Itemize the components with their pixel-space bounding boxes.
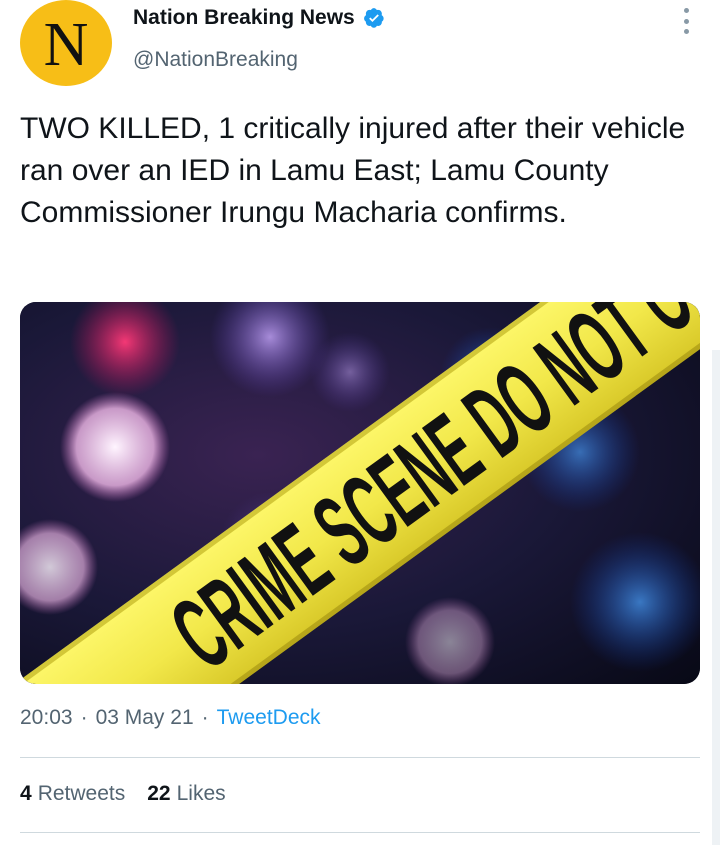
author-name-row[interactable]: Nation Breaking News bbox=[133, 6, 385, 30]
tweet-text: TWO KILLED, 1 critically injured after t… bbox=[20, 112, 686, 229]
retweets-stat[interactable]: 4 Retweets bbox=[20, 782, 125, 806]
verified-badge-icon bbox=[363, 8, 384, 28]
more-vertical-icon[interactable] bbox=[676, 8, 696, 34]
meta-separator: · bbox=[80, 706, 88, 729]
display-name[interactable]: Nation Breaking News bbox=[133, 6, 355, 30]
tweet-source-link[interactable]: TweetDeck bbox=[217, 706, 321, 730]
retweets-count: 4 bbox=[20, 782, 32, 805]
tweet-date[interactable]: 03 May 21 bbox=[96, 706, 194, 730]
meta-separator: · bbox=[201, 706, 209, 729]
avatar[interactable]: N bbox=[20, 0, 112, 86]
author-handle[interactable]: @NationBreaking bbox=[133, 48, 298, 72]
tweet-meta: 20:03 · 03 May 21 · TweetDeck bbox=[20, 706, 321, 730]
tweet-media-image[interactable]: CRIME SCENE DO NOT CROSS bbox=[20, 302, 700, 684]
retweets-label: Retweets bbox=[37, 782, 126, 805]
likes-stat[interactable]: 22 Likes bbox=[147, 782, 225, 806]
crime-scene-tape-image: CRIME SCENE DO NOT CROSS bbox=[20, 302, 700, 684]
tweet-stats: 4 Retweets 22 Likes bbox=[20, 782, 248, 806]
likes-count: 22 bbox=[147, 782, 171, 805]
tweet-header: N Nation Breaking News @NationBreaking bbox=[0, 0, 720, 96]
divider bbox=[20, 832, 700, 833]
avatar-letter: N bbox=[43, 11, 89, 79]
likes-label: Likes bbox=[176, 782, 226, 805]
divider bbox=[20, 757, 700, 758]
tweet-time[interactable]: 20:03 bbox=[20, 706, 73, 730]
scrollbar[interactable] bbox=[712, 350, 720, 845]
